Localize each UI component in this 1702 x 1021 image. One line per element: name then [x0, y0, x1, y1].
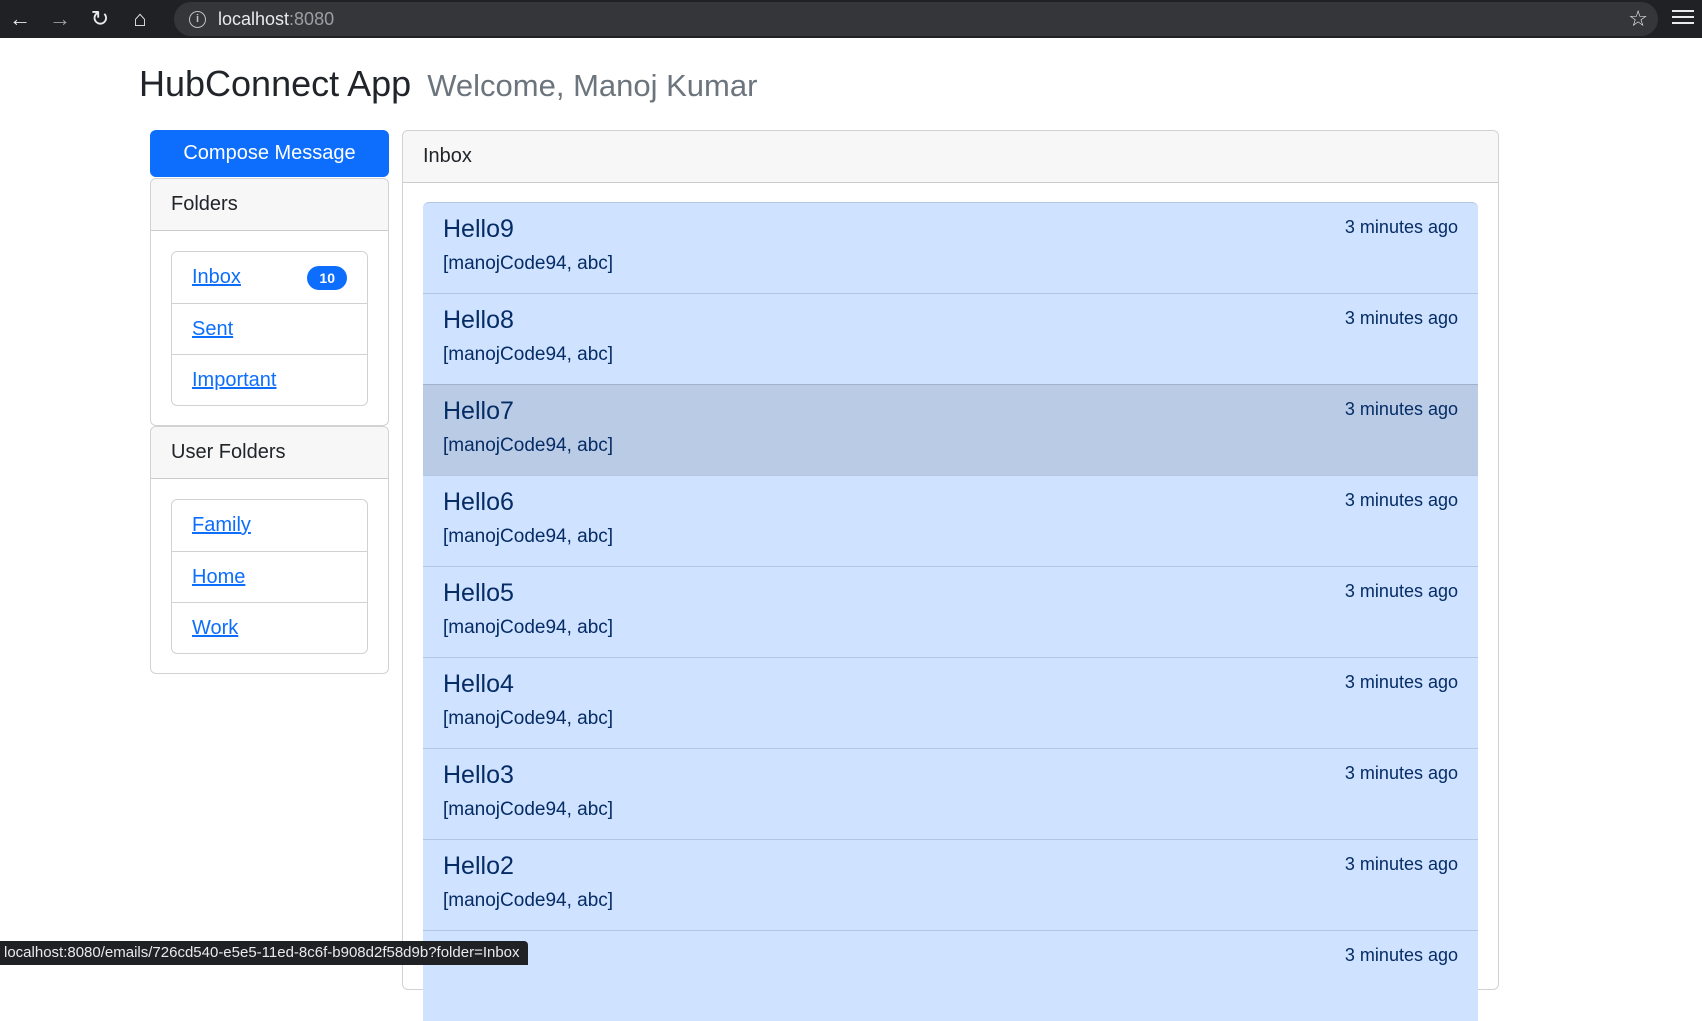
message-time: 3 minutes ago	[1344, 217, 1458, 237]
user-folder-item-home[interactable]: Home	[172, 551, 367, 602]
folder-link-important[interactable]: Important	[192, 369, 276, 392]
message-subject: Hello7	[443, 397, 514, 425]
compose-message-button[interactable]: Compose Message	[150, 130, 389, 177]
address-url[interactable]: localhost:8080	[218, 9, 334, 30]
browser-toolbar: ← → ↻ ⌂ i localhost:8080 ☆	[0, 0, 1702, 38]
folders-header: Folders	[151, 179, 388, 231]
message-time: 3 minutes ago	[1344, 945, 1458, 965]
message-item[interactable]: Hello3 [manojCode94, abc] 3 minutes ago	[423, 748, 1478, 839]
folder-item-sent[interactable]: Sent	[172, 303, 367, 354]
welcome-text: Welcome, Manoj Kumar	[427, 68, 758, 103]
message-recipients: [manojCode94, abc]	[443, 526, 614, 547]
message-subject: Hello8	[443, 306, 514, 334]
message-time: 3 minutes ago	[1344, 763, 1458, 783]
forward-icon[interactable]: →	[40, 0, 80, 38]
unread-count-badge: 10	[307, 265, 347, 290]
folders-card: Folders Inbox 10 Sent Important	[150, 178, 389, 426]
message-item[interactable]: Hello6 [manojCode94, abc] 3 minutes ago	[423, 475, 1478, 566]
message-time: 3 minutes ago	[1344, 308, 1458, 328]
message-recipients: [manojCode94, abc]	[443, 253, 614, 274]
message-recipients: [manojCode94, abc]	[443, 344, 614, 365]
inbox-header: Inbox	[403, 131, 1498, 183]
folder-link-sent[interactable]: Sent	[192, 318, 233, 341]
status-bar-url: localhost:8080/emails/726cd540-e5e5-11ed…	[0, 941, 528, 965]
user-folder-link-family[interactable]: Family	[192, 514, 251, 537]
message-item[interactable]: Hello7 [manojCode94, abc] 3 minutes ago	[423, 384, 1478, 475]
message-recipients: [manojCode94, abc]	[443, 799, 614, 820]
user-folders-header: User Folders	[151, 427, 388, 479]
message-time: 3 minutes ago	[1344, 399, 1458, 419]
reading-list-icon[interactable]	[1672, 6, 1694, 30]
message-item[interactable]: Hello5 [manojCode94, abc] 3 minutes ago	[423, 566, 1478, 657]
message-list: Hello9 [manojCode94, abc] 3 minutes ago Hel…	[403, 202, 1500, 1021]
site-info-icon[interactable]: i	[189, 10, 206, 28]
page-title: HubConnect App Welcome, Manoj Kumar	[139, 63, 758, 104]
user-folder-link-home[interactable]: Home	[192, 566, 245, 589]
message-item[interactable]: Hello9 [manojCode94, abc] 3 minutes ago	[423, 202, 1478, 293]
user-folders-card: User Folders Family Home Work	[150, 426, 389, 674]
message-time: 3 minutes ago	[1344, 854, 1458, 874]
message-item[interactable]: Hello2 [manojCode94, abc] 3 minutes ago	[423, 839, 1478, 930]
message-subject: Hello2	[443, 852, 514, 880]
inbox-card: Inbox Hello9 [manojCode94, abc] 3 minutes …	[402, 130, 1499, 1021]
bookmark-star-icon[interactable]: ☆	[1628, 6, 1648, 32]
message-time: 3 minutes ago	[1344, 581, 1458, 601]
folder-link-inbox[interactable]: Inbox	[192, 266, 241, 289]
user-folder-item-family[interactable]: Family	[172, 500, 367, 551]
back-icon[interactable]: ←	[0, 0, 40, 38]
message-subject: Hello5	[443, 579, 514, 607]
reload-icon[interactable]: ↻	[80, 0, 120, 38]
user-folder-item-work[interactable]: Work	[172, 602, 367, 653]
message-item[interactable]: Hello4 [manojCode94, abc] 3 minutes ago	[423, 657, 1478, 748]
message-subject: Hello4	[443, 670, 514, 698]
message-time: 3 minutes ago	[1344, 490, 1458, 510]
message-time: 3 minutes ago	[1344, 672, 1458, 692]
message-item[interactable]: 3 minutes ago	[423, 930, 1478, 1021]
message-recipients: [manojCode94, abc]	[443, 890, 614, 911]
folder-item-inbox[interactable]: Inbox 10	[172, 252, 367, 303]
user-folders-list: Family Home Work	[171, 499, 368, 654]
folder-item-important[interactable]: Important	[172, 354, 367, 405]
message-item[interactable]: Hello8 [manojCode94, abc] 3 minutes ago	[423, 293, 1478, 384]
message-recipients: [manojCode94, abc]	[443, 435, 614, 456]
message-subject: Hello9	[443, 215, 514, 243]
message-subject: Hello6	[443, 488, 514, 516]
user-folder-link-work[interactable]: Work	[192, 617, 238, 640]
message-subject: Hello3	[443, 761, 514, 789]
folders-list: Inbox 10 Sent Important	[171, 251, 368, 406]
message-recipients: [manojCode94, abc]	[443, 708, 614, 729]
message-recipients: [manojCode94, abc]	[443, 617, 614, 638]
home-icon[interactable]: ⌂	[120, 0, 160, 38]
address-bar[interactable]: i localhost:8080 ☆	[174, 2, 1658, 36]
